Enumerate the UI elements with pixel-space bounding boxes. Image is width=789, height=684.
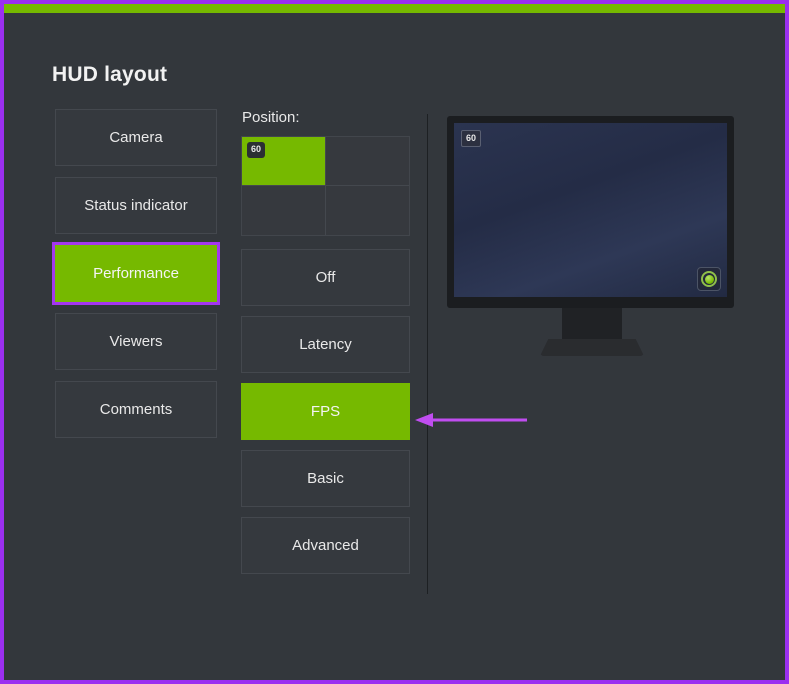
preview-fps-badge: 60: [461, 130, 482, 147]
green-status-indicator-icon: [697, 267, 721, 291]
position-grid[interactable]: 60: [241, 136, 410, 236]
top-accent-bar: [4, 4, 785, 13]
option-fps[interactable]: FPS: [241, 383, 410, 440]
option-latency[interactable]: Latency: [241, 316, 410, 373]
sidebar-item-performance[interactable]: Performance: [52, 242, 220, 305]
option-label: Advanced: [292, 537, 359, 554]
position-cell-bottom-left[interactable]: [242, 186, 326, 235]
sidebar-item-label: Performance: [93, 265, 179, 282]
option-label: Off: [315, 269, 336, 286]
column-divider: [427, 114, 428, 594]
sidebar-item-viewers[interactable]: Viewers: [55, 313, 217, 370]
position-cell-bottom-right[interactable]: [326, 186, 410, 235]
monitor-screen: 60: [454, 123, 727, 297]
option-off[interactable]: Off: [241, 249, 410, 306]
sidebar-item-label: Comments: [99, 401, 173, 418]
option-label: Basic: [307, 470, 344, 487]
option-label: FPS: [310, 403, 341, 420]
sidebar-item-status-indicator[interactable]: Status indicator: [55, 177, 217, 234]
sidebar-item-camera[interactable]: Camera: [55, 109, 217, 166]
status-dot: [704, 274, 714, 284]
settings-panel: HUD layout Camera Status indicator Perfo…: [4, 13, 785, 680]
monitor-preview: 60: [447, 116, 737, 361]
position-cell-top-right[interactable]: [325, 137, 409, 186]
page-title: HUD layout: [52, 63, 168, 86]
option-advanced[interactable]: Advanced: [241, 517, 410, 574]
monitor-bezel: 60: [447, 116, 734, 308]
sidebar-item-label: Status indicator: [84, 197, 188, 214]
option-label: Latency: [299, 336, 352, 353]
annotation-arrow-icon: [415, 413, 527, 427]
sidebar-item-comments[interactable]: Comments: [55, 381, 217, 438]
hud-layout-window: HUD layout Camera Status indicator Perfo…: [0, 0, 789, 684]
performance-options-column: Position: 60 Off Latency FPS Basic Advan…: [241, 109, 410, 584]
hud-category-list: Camera Status indicator Performance View…: [52, 109, 220, 449]
fps-chip: 60: [247, 142, 266, 158]
monitor-stand-neck: [562, 308, 622, 339]
monitor-stand-base: [540, 339, 644, 356]
position-cell-top-left[interactable]: 60: [242, 137, 326, 186]
status-ring: [701, 271, 717, 287]
option-basic[interactable]: Basic: [241, 450, 410, 507]
sidebar-item-label: Viewers: [109, 333, 163, 350]
position-label: Position:: [242, 109, 300, 126]
sidebar-item-label: Camera: [109, 129, 163, 146]
